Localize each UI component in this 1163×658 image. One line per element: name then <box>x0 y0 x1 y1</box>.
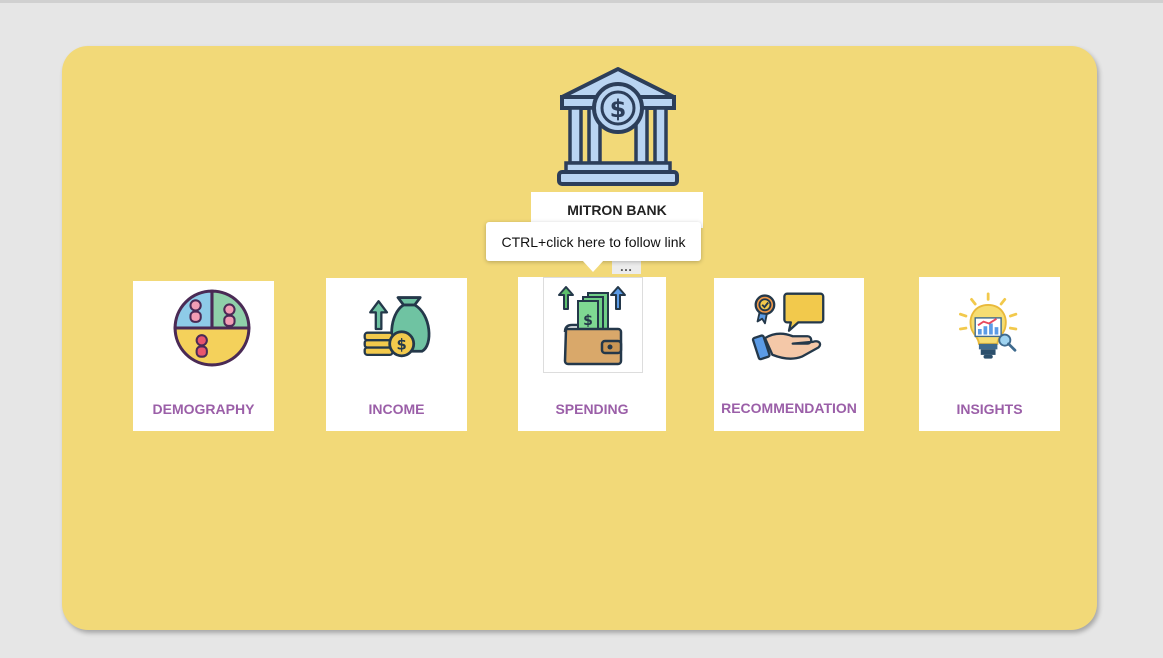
nav-card-label: SPENDING <box>555 401 629 417</box>
svg-text:$: $ <box>610 95 627 123</box>
bank-icon[interactable]: $ <box>556 66 680 188</box>
svg-text:$: $ <box>397 336 407 353</box>
nav-card-insights[interactable]: INSIGHTS <box>919 277 1060 431</box>
income-money-bag-icon: $ <box>363 296 431 358</box>
nav-card-label: INSIGHTS <box>956 401 1023 417</box>
window-top-edge <box>0 0 1163 3</box>
nav-card-label: DEMOGRAPHY <box>152 401 255 417</box>
spending-wallet-icon: $ <box>558 286 626 366</box>
nav-card-income[interactable]: $ INCOME <box>326 278 467 431</box>
nav-card-recommendation[interactable]: RECOMMENDATION <box>714 278 864 431</box>
nav-card-label: INCOME <box>368 401 425 417</box>
follow-link-tooltip: CTRL+click here to follow link <box>486 222 701 261</box>
nav-card-label: RECOMMENDATION <box>721 400 857 416</box>
nav-card-demography[interactable]: DEMOGRAPHY <box>133 281 274 431</box>
svg-text:$: $ <box>583 313 593 329</box>
demography-pie-icon <box>173 289 251 367</box>
insights-bulb-icon <box>959 292 1018 359</box>
tooltip-arrow <box>582 260 604 272</box>
recommendation-hand-icon <box>751 292 825 361</box>
